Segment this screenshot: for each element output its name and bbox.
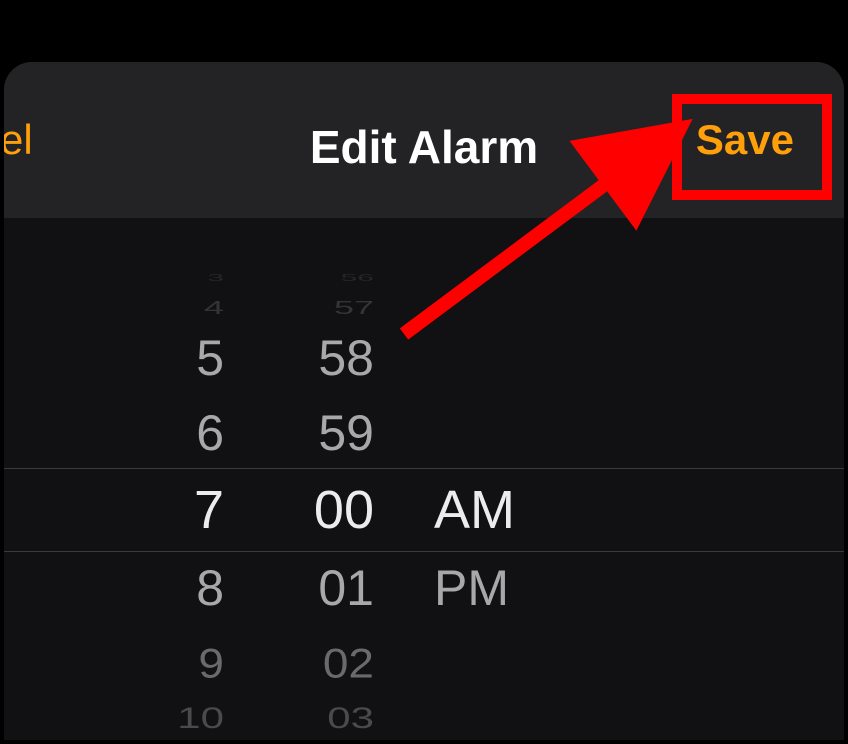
cancel-button[interactable]: el xyxy=(4,116,50,164)
minute-picker-wheel[interactable]: 56 57 58 59 00 01 02 03 xyxy=(254,218,374,740)
ampm-selected: AM xyxy=(434,470,574,550)
minute-option: 03 xyxy=(254,690,374,740)
hour-selected: 7 xyxy=(104,470,224,550)
minute-selected: 00 xyxy=(254,470,374,550)
minute-option: 58 xyxy=(254,318,374,398)
nav-bar: el Edit Alarm Save xyxy=(4,62,844,218)
hour-picker-wheel[interactable]: 3 4 5 6 7 8 9 10 xyxy=(104,218,224,740)
hour-option: 9 xyxy=(104,627,224,699)
hour-option: 10 xyxy=(104,690,224,740)
time-picker-area: 3 4 5 6 7 8 9 10 56 57 58 59 00 01 02 03… xyxy=(4,218,844,740)
ampm-picker-wheel[interactable]: AM PM xyxy=(434,218,574,740)
edit-alarm-sheet: el Edit Alarm Save 3 4 5 6 7 8 9 10 56 5… xyxy=(4,62,844,740)
hour-option: 5 xyxy=(104,318,224,398)
hour-option: 6 xyxy=(104,393,224,473)
hour-option: 8 xyxy=(104,548,224,628)
minute-option: 59 xyxy=(254,393,374,473)
minute-option: 02 xyxy=(254,627,374,699)
page-title: Edit Alarm xyxy=(310,120,538,174)
ampm-option: PM xyxy=(434,548,574,628)
save-button[interactable]: Save xyxy=(674,98,816,182)
minute-option: 01 xyxy=(254,548,374,628)
